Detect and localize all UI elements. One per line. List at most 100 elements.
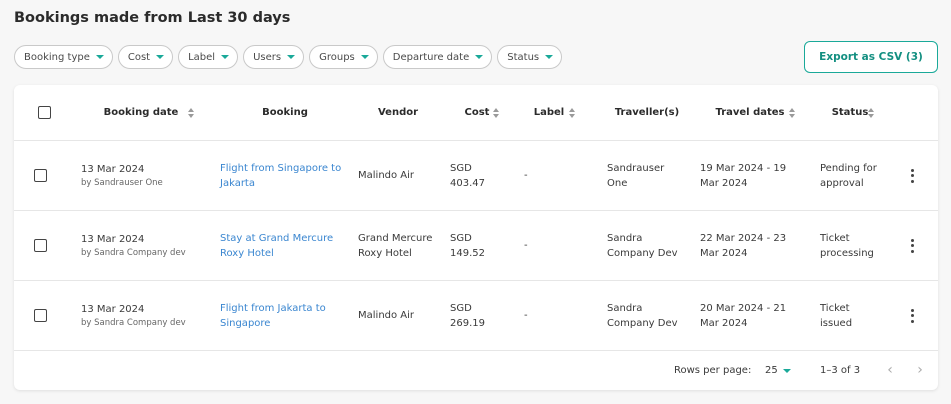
filter-label: Label — [188, 51, 216, 63]
sort-icon[interactable] — [789, 107, 796, 118]
filter-status[interactable]: Status — [497, 45, 563, 69]
rows-per-page-value: 25 — [765, 365, 778, 376]
filter-label: Departure date — [392, 51, 470, 63]
chevron-right-icon[interactable]: › — [912, 361, 928, 379]
table-header-row: Booking date Booking Vendor Cost Label T… — [14, 85, 938, 141]
column-label: Booking date — [103, 107, 179, 118]
filter-groups[interactable]: Groups — [309, 45, 378, 69]
pagination-range: 1–3 of 3 — [820, 365, 861, 376]
chevron-down-icon — [360, 55, 369, 59]
sort-icon[interactable] — [188, 107, 195, 118]
filter-bar: Booking type Cost Label Users Groups Dep… — [14, 45, 563, 69]
booking-cell: Stay at Grand Mercure Roxy Hotel — [220, 211, 350, 280]
vendor-cell: Grand Mercure Roxy Hotel — [358, 232, 433, 259]
rows-per-page-select[interactable]: 25 — [765, 365, 791, 376]
column-header-travellers: Traveller(s) — [607, 85, 687, 140]
header-checkbox-cell — [34, 85, 54, 140]
travellers-cell: Sandra Company Dev — [607, 302, 678, 329]
travel-dates-cell: 19 Mar 2024 - 19 Mar 2024 — [700, 162, 787, 189]
booked-by: by Sandrauser One — [81, 177, 163, 188]
cost-cell: SGD 149.52 — [450, 232, 485, 259]
cost-cell: SGD 269.19 — [450, 302, 485, 329]
column-header-cost[interactable]: Cost — [450, 85, 504, 140]
booked-by: by Sandra Company dev — [81, 317, 186, 328]
row-actions-cell — [904, 211, 920, 280]
booked-by: by Sandra Company dev — [81, 247, 186, 258]
row-actions-cell — [904, 281, 920, 350]
column-header-travel-dates[interactable]: Travel dates — [700, 85, 800, 140]
rows-per-page-label: Rows per page: — [674, 365, 752, 376]
chevron-down-icon — [475, 55, 484, 59]
more-vert-icon[interactable] — [906, 237, 919, 255]
filter-cost[interactable]: Cost — [117, 45, 174, 69]
filter-departure-date[interactable]: Departure date — [382, 45, 493, 69]
booking-link[interactable]: Stay at Grand Mercure Roxy Hotel — [220, 231, 350, 261]
chevron-down-icon — [95, 55, 104, 59]
travel-dates-cell: 20 Mar 2024 - 21 Mar 2024 — [700, 302, 787, 329]
booking-date: 13 Mar 2024 — [81, 233, 145, 245]
row-actions-cell — [904, 141, 920, 210]
label-cell: - — [524, 240, 528, 251]
chevron-down-icon — [156, 55, 165, 59]
row-checkbox[interactable] — [34, 169, 47, 182]
booking-link[interactable]: Flight from Singapore to Jakarta — [220, 161, 350, 191]
column-label: Status — [831, 107, 869, 118]
row-checkbox-cell — [34, 141, 54, 210]
column-label: Cost — [464, 107, 490, 118]
booking-date: 13 Mar 2024 — [81, 163, 145, 175]
bookings-table: Booking date Booking Vendor Cost Label T… — [14, 85, 938, 390]
sort-icon[interactable] — [493, 107, 500, 118]
status-cell: Ticket issued — [820, 302, 853, 329]
travel-dates-cell: 22 Mar 2024 - 23 Mar 2024 — [700, 232, 787, 259]
export-csv-button[interactable]: Export as CSV (3) — [804, 41, 938, 73]
more-vert-icon[interactable] — [906, 307, 919, 325]
vendor-cell: Malindo Air — [358, 170, 415, 181]
table-pagination: Rows per page: 25 1–3 of 3 ‹ › — [14, 352, 938, 390]
filter-label: Booking type — [24, 51, 90, 63]
booking-date-cell: 13 Mar 2024 by Sandra Company dev — [81, 281, 201, 350]
filter-label[interactable]: Label — [178, 45, 239, 69]
booking-date: 13 Mar 2024 — [81, 303, 145, 315]
column-header-label[interactable]: Label — [524, 85, 576, 140]
booking-link[interactable]: Flight from Jakarta to Singapore — [220, 301, 350, 331]
status-cell: Ticket processing — [820, 232, 874, 259]
booking-cell: Flight from Jakarta to Singapore — [220, 281, 350, 350]
column-header-booking: Booking — [220, 85, 350, 140]
status-cell: Pending for approval — [820, 162, 877, 189]
column-header-vendor: Vendor — [358, 85, 438, 140]
chevron-down-icon — [221, 55, 230, 59]
column-label: Vendor — [377, 107, 419, 118]
filter-label: Status — [507, 51, 540, 63]
table-row: 13 Mar 2024 by Sandra Company dev Stay at… — [14, 211, 938, 281]
row-checkbox[interactable] — [34, 239, 47, 252]
select-all-checkbox[interactable] — [37, 106, 51, 119]
filter-label: Cost — [127, 51, 151, 63]
chevron-down-icon — [545, 55, 554, 59]
column-label: Travel dates — [715, 107, 785, 118]
sort-icon[interactable] — [868, 107, 875, 118]
sort-icon[interactable] — [569, 107, 576, 118]
chevron-down-icon — [782, 368, 791, 373]
travellers-cell: Sandra Company Dev — [607, 232, 678, 259]
table-row: 13 Mar 2024 by Sandra Company dev Flight … — [14, 281, 938, 351]
column-label: Traveller(s) — [614, 107, 680, 118]
column-header-booking-date[interactable]: Booking date — [81, 85, 201, 140]
chevron-down-icon — [287, 55, 296, 59]
label-cell: - — [524, 170, 528, 181]
page-title: Bookings made from Last 30 days — [14, 10, 291, 26]
booking-date-cell: 13 Mar 2024 by Sandrauser One — [81, 141, 201, 210]
cost-cell: SGD 403.47 — [450, 162, 485, 189]
more-vert-icon[interactable] — [906, 167, 919, 185]
filter-users[interactable]: Users — [243, 45, 305, 69]
column-label: Label — [533, 107, 565, 118]
booking-date-cell: 13 Mar 2024 by Sandra Company dev — [81, 211, 201, 280]
chevron-left-icon[interactable]: ‹ — [882, 361, 898, 379]
row-checkbox[interactable] — [34, 309, 47, 322]
filter-booking-type[interactable]: Booking type — [14, 45, 113, 69]
filter-label: Users — [253, 51, 282, 63]
label-cell: - — [524, 310, 528, 321]
column-header-status[interactable]: Status — [820, 85, 880, 140]
filter-label: Groups — [319, 51, 355, 63]
column-label: Booking — [262, 107, 308, 118]
booking-cell: Flight from Singapore to Jakarta — [220, 141, 350, 210]
